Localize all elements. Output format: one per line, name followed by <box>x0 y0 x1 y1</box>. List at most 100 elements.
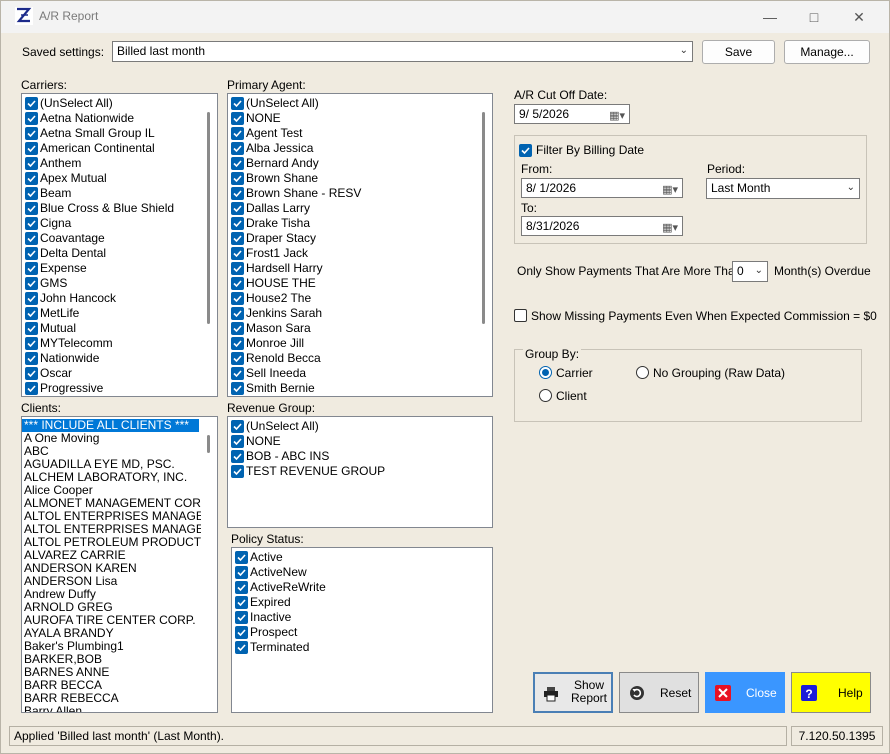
checkbox-checked-icon[interactable] <box>231 202 244 215</box>
minimize-icon[interactable]: — <box>748 5 792 29</box>
from-date-picker[interactable]: 8/ 1/2026 ▦▾ <box>521 178 683 198</box>
checkbox-checked-icon[interactable] <box>25 292 38 305</box>
checkbox-checked-icon[interactable] <box>235 626 248 639</box>
checkbox-checked-icon[interactable] <box>25 142 38 155</box>
carrier-item[interactable]: Mutual <box>22 321 217 336</box>
primary-agent-scrollbar[interactable] <box>476 94 492 396</box>
revenue-group-item[interactable]: NONE <box>228 434 492 449</box>
agent-item[interactable]: Frost1 Jack <box>228 246 492 261</box>
checkbox-checked-icon[interactable] <box>25 367 38 380</box>
agent-item[interactable]: (UnSelect All) <box>228 96 492 111</box>
carrier-item[interactable]: Progressive <box>22 381 217 396</box>
checkbox-checked-icon[interactable] <box>25 187 38 200</box>
checkbox-checked-icon[interactable] <box>25 322 38 335</box>
checkbox-checked-icon[interactable] <box>25 157 38 170</box>
checkbox-checked-icon[interactable] <box>231 157 244 170</box>
carrier-item[interactable]: Delta Dental <box>22 246 217 261</box>
agent-item[interactable]: Dallas Larry <box>228 201 492 216</box>
show-report-button[interactable]: Show Report <box>533 672 613 713</box>
checkbox-checked-icon[interactable] <box>235 566 248 579</box>
close-button[interactable]: Close <box>705 672 785 713</box>
to-date-picker[interactable]: 8/31/2026 ▦▾ <box>521 216 683 236</box>
agent-item[interactable]: Drake Tisha <box>228 216 492 231</box>
checkbox-checked-icon[interactable] <box>231 232 244 245</box>
agent-item[interactable]: Renold Becca <box>228 351 492 366</box>
checkbox-checked-icon[interactable] <box>25 127 38 140</box>
agent-item[interactable]: Alba Jessica <box>228 141 492 156</box>
checkbox-checked-icon[interactable] <box>231 352 244 365</box>
checkbox-checked-icon[interactable] <box>231 217 244 230</box>
checkbox-checked-icon[interactable] <box>231 307 244 320</box>
carrier-item[interactable]: Apex Mutual <box>22 171 217 186</box>
policy-status-list[interactable]: Active ActiveNew ActiveReWrite Expired Inact… <box>231 547 493 713</box>
checkbox-checked-icon[interactable] <box>231 112 244 125</box>
checkbox-checked-icon[interactable] <box>231 292 244 305</box>
checkbox-checked-icon[interactable] <box>25 307 38 320</box>
client-item[interactable]: Barry Allen <box>22 705 199 713</box>
carrier-item[interactable]: Blue Cross & Blue Shield <box>22 201 217 216</box>
agent-item[interactable]: Brown Shane - RESV <box>228 186 492 201</box>
carrier-item[interactable]: Oscar <box>22 366 217 381</box>
carrier-radio[interactable] <box>539 366 552 379</box>
checkbox-checked-icon[interactable] <box>25 97 38 110</box>
policy-status-item[interactable]: Active <box>232 550 492 565</box>
carrier-item[interactable]: Cigna <box>22 216 217 231</box>
close-window-icon[interactable]: ✕ <box>837 5 881 29</box>
client-radio[interactable] <box>539 389 552 402</box>
carrier-item[interactable]: Coavantage <box>22 231 217 246</box>
checkbox-checked-icon[interactable] <box>231 142 244 155</box>
carrier-item[interactable]: American Continental <box>22 141 217 156</box>
checkbox-checked-icon[interactable] <box>231 420 244 433</box>
carrier-item[interactable]: Expense <box>22 261 217 276</box>
carrier-item[interactable]: MYTelecomm <box>22 336 217 351</box>
revenue-group-item[interactable]: (UnSelect All) <box>228 419 492 434</box>
revenue-group-item[interactable]: TEST REVENUE GROUP <box>228 464 492 479</box>
revenue-group-list[interactable]: (UnSelect All) NONE BOB - ABC INS TEST REVE… <box>227 416 493 528</box>
policy-status-item[interactable]: ActiveReWrite <box>232 580 492 595</box>
checkbox-checked-icon[interactable] <box>231 322 244 335</box>
checkbox-checked-icon[interactable] <box>231 262 244 275</box>
policy-status-item[interactable]: Inactive <box>232 610 492 625</box>
agent-item[interactable]: Monroe Jill <box>228 336 492 351</box>
carrier-item[interactable]: MetLife <box>22 306 217 321</box>
cutoff-date-picker[interactable]: 9/ 5/2026 ▦▾ <box>514 104 630 124</box>
carrier-item[interactable]: Aetna Nationwide <box>22 111 217 126</box>
period-combo[interactable]: Last Month ⌄ <box>706 178 860 199</box>
carrier-item[interactable]: GMS <box>22 276 217 291</box>
checkbox-checked-icon[interactable] <box>231 382 244 395</box>
checkbox-checked-icon[interactable] <box>231 465 244 478</box>
checkbox-checked-icon[interactable] <box>231 172 244 185</box>
checkbox-checked-icon[interactable] <box>25 172 38 185</box>
clients-list[interactable]: *** INCLUDE ALL CLIENTS *** A One Moving A… <box>21 416 218 713</box>
policy-status-item[interactable]: Terminated <box>232 640 492 655</box>
agent-item[interactable]: House2 The <box>228 291 492 306</box>
filter-billing-checkbox[interactable] <box>519 144 532 157</box>
checkbox-checked-icon[interactable] <box>25 217 38 230</box>
checkbox-checked-icon[interactable] <box>235 596 248 609</box>
policy-status-item[interactable]: Expired <box>232 595 492 610</box>
primary-agent-list[interactable]: (UnSelect All) NONE Agent Test Alba Jessica… <box>227 93 493 397</box>
checkbox-checked-icon[interactable] <box>25 277 38 290</box>
checkbox-checked-icon[interactable] <box>235 611 248 624</box>
checkbox-checked-icon[interactable] <box>231 277 244 290</box>
agent-item[interactable]: Hardsell Harry <box>228 261 492 276</box>
agent-item[interactable]: HOUSE THE <box>228 276 492 291</box>
checkbox-checked-icon[interactable] <box>231 97 244 110</box>
checkbox-checked-icon[interactable] <box>25 232 38 245</box>
checkbox-checked-icon[interactable] <box>231 187 244 200</box>
carrier-item[interactable]: Aetna Small Group IL <box>22 126 217 141</box>
checkbox-checked-icon[interactable] <box>235 551 248 564</box>
agent-item[interactable]: NONE <box>228 111 492 126</box>
checkbox-checked-icon[interactable] <box>25 202 38 215</box>
help-button[interactable]: ? Help <box>791 672 871 713</box>
checkbox-checked-icon[interactable] <box>231 337 244 350</box>
checkbox-checked-icon[interactable] <box>231 247 244 260</box>
checkbox-checked-icon[interactable] <box>231 127 244 140</box>
carrier-item[interactable]: Anthem <box>22 156 217 171</box>
checkbox-checked-icon[interactable] <box>231 435 244 448</box>
saved-settings-combo[interactable]: Billed last month ⌄ <box>112 41 693 62</box>
agent-item[interactable]: Draper Stacy <box>228 231 492 246</box>
checkbox-checked-icon[interactable] <box>235 641 248 654</box>
missing-payments-checkbox[interactable] <box>514 309 527 322</box>
policy-status-item[interactable]: ActiveNew <box>232 565 492 580</box>
